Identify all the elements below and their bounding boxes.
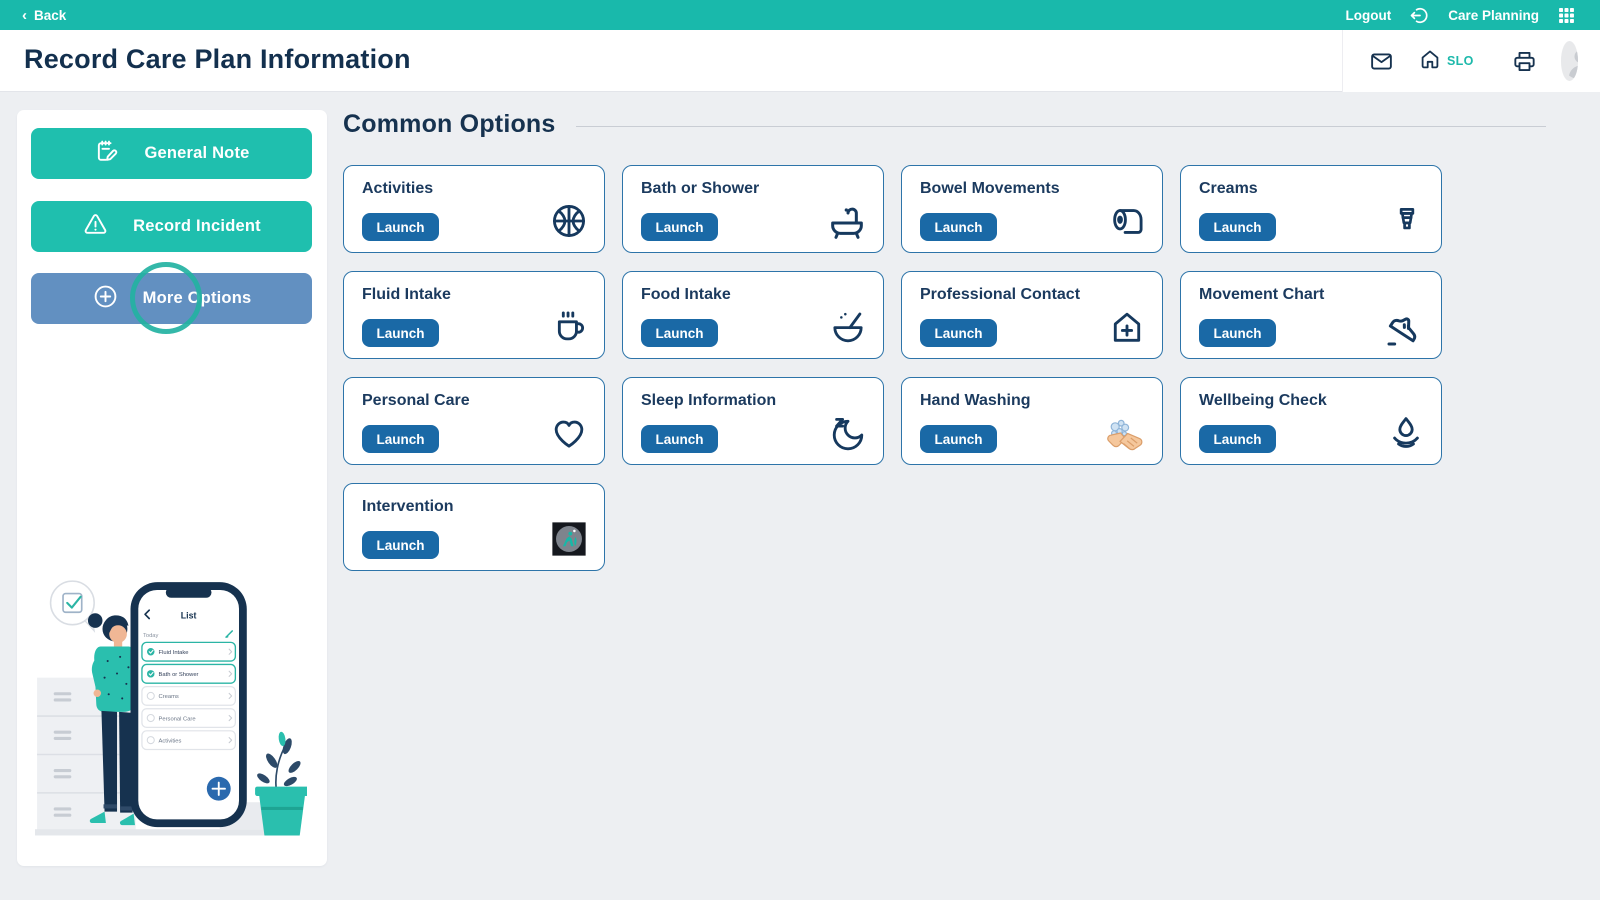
note-edit-icon: [93, 138, 120, 170]
bowl-icon: [829, 308, 867, 346]
phone-item-label: Activities: [159, 738, 182, 744]
intervention-image: [550, 520, 588, 558]
home-icon: [1418, 47, 1442, 76]
topbar: ‹ Back Logout Care Planning: [0, 0, 1600, 30]
card-title: Bowel Movements: [920, 180, 1060, 197]
basketball-icon: [550, 202, 588, 240]
launch-button[interactable]: Launch: [920, 319, 997, 347]
option-card: Hand Washing Launch: [901, 377, 1163, 465]
moon-sleep-icon: [829, 414, 867, 452]
apps-grid-icon[interactable]: [1557, 6, 1576, 25]
card-title: Food Intake: [641, 286, 731, 303]
sidebar: General Note Record Incident More Option…: [17, 110, 327, 866]
general-note-button[interactable]: General Note: [31, 128, 312, 179]
logout-icon[interactable]: [1409, 5, 1430, 26]
card-title: Movement Chart: [1199, 286, 1325, 303]
phone-item-label: Fluid Intake: [159, 650, 189, 656]
section-title: Common Options: [343, 110, 556, 138]
launch-button[interactable]: Launch: [362, 319, 439, 347]
general-note-label: General Note: [144, 144, 250, 162]
launch-button[interactable]: Launch: [641, 425, 718, 453]
card-title: Hand Washing: [920, 392, 1031, 409]
back-button[interactable]: ‹ Back: [22, 8, 66, 23]
more-options-button[interactable]: More Options: [31, 273, 312, 324]
option-card: Movement Chart Launch: [1180, 271, 1442, 359]
card-title: Intervention: [362, 498, 454, 515]
option-card: Bowel Movements Launch: [901, 165, 1163, 253]
card-title: Fluid Intake: [362, 286, 451, 303]
option-card: Creams Launch: [1180, 165, 1442, 253]
option-card: Sleep Information Launch: [622, 377, 884, 465]
option-card: Food Intake Launch: [622, 271, 884, 359]
mail-icon[interactable]: [1369, 49, 1394, 74]
droplet-ripple-icon: [1387, 414, 1425, 452]
avatar[interactable]: [1560, 41, 1578, 81]
option-card: Intervention Launch: [343, 483, 605, 571]
card-title: Wellbeing Check: [1199, 392, 1327, 409]
launch-button[interactable]: Launch: [641, 213, 718, 241]
launch-button[interactable]: Launch: [920, 425, 997, 453]
option-card: Bath or Shower Launch: [622, 165, 884, 253]
launch-button[interactable]: Launch: [1199, 319, 1276, 347]
option-card: Professional Contact Launch: [901, 271, 1163, 359]
washing-hands-icon: [1098, 414, 1146, 462]
option-card: Wellbeing Check Launch: [1180, 377, 1442, 465]
warning-triangle-icon: [82, 211, 109, 243]
toilet-roll-icon: [1108, 202, 1146, 240]
home-button[interactable]: SLO: [1418, 47, 1474, 76]
card-title: Sleep Information: [641, 392, 777, 409]
medical-house-icon: [1108, 308, 1146, 346]
record-incident-button[interactable]: Record Incident: [31, 201, 312, 252]
cream-tube-icon: [1389, 202, 1425, 238]
page-title: Record Care Plan Information: [24, 44, 411, 74]
bathtub-icon: [827, 202, 867, 242]
print-icon[interactable]: [1512, 49, 1537, 74]
site-code-badge: SLO: [1447, 54, 1474, 68]
card-title: Activities: [362, 180, 434, 197]
record-incident-label: Record Incident: [133, 217, 261, 235]
app-name: Care Planning: [1448, 7, 1539, 23]
launch-button[interactable]: Launch: [1199, 213, 1276, 241]
section-header: Common Options: [343, 110, 1546, 139]
plus-circle-icon: [92, 283, 119, 315]
launch-button[interactable]: Launch: [362, 425, 439, 453]
more-options-label: More Options: [142, 289, 252, 307]
card-title: Personal Care: [362, 392, 470, 409]
logout-link[interactable]: Logout: [1345, 8, 1391, 23]
section-divider: [575, 126, 1546, 127]
card-title: Creams: [1199, 180, 1258, 197]
launch-button[interactable]: Launch: [362, 213, 439, 241]
phone-list-title: List: [181, 610, 197, 620]
cup-icon: [550, 308, 588, 346]
card-title: Professional Contact: [920, 286, 1081, 303]
option-card: Fluid Intake Launch: [343, 271, 605, 359]
phone-item-label: Personal Care: [159, 716, 196, 722]
phone-item-label: Bath or Shower: [159, 672, 199, 678]
launch-button[interactable]: Launch: [920, 213, 997, 241]
back-label: Back: [34, 7, 67, 23]
launch-button[interactable]: Launch: [362, 531, 439, 559]
page-header: Record Care Plan Information SLO: [0, 30, 1600, 92]
option-card: Personal Care Launch: [343, 377, 605, 465]
heart-icon: [550, 414, 588, 452]
card-grid: Activities Launch Bath or Shower Launch …: [343, 165, 1442, 571]
option-card: Activities Launch: [343, 165, 605, 253]
launch-button[interactable]: Launch: [641, 319, 718, 347]
launch-button[interactable]: Launch: [1199, 425, 1276, 453]
phone-item-label: Creams: [159, 694, 179, 700]
shoe-icon: [1385, 308, 1425, 348]
sidebar-illustration: List Today Fluid Intake Bath or Shower C…: [35, 580, 307, 836]
phone-date-label: Today: [143, 633, 159, 639]
chevron-left-icon: ‹: [22, 6, 27, 24]
card-title: Bath or Shower: [641, 180, 760, 197]
